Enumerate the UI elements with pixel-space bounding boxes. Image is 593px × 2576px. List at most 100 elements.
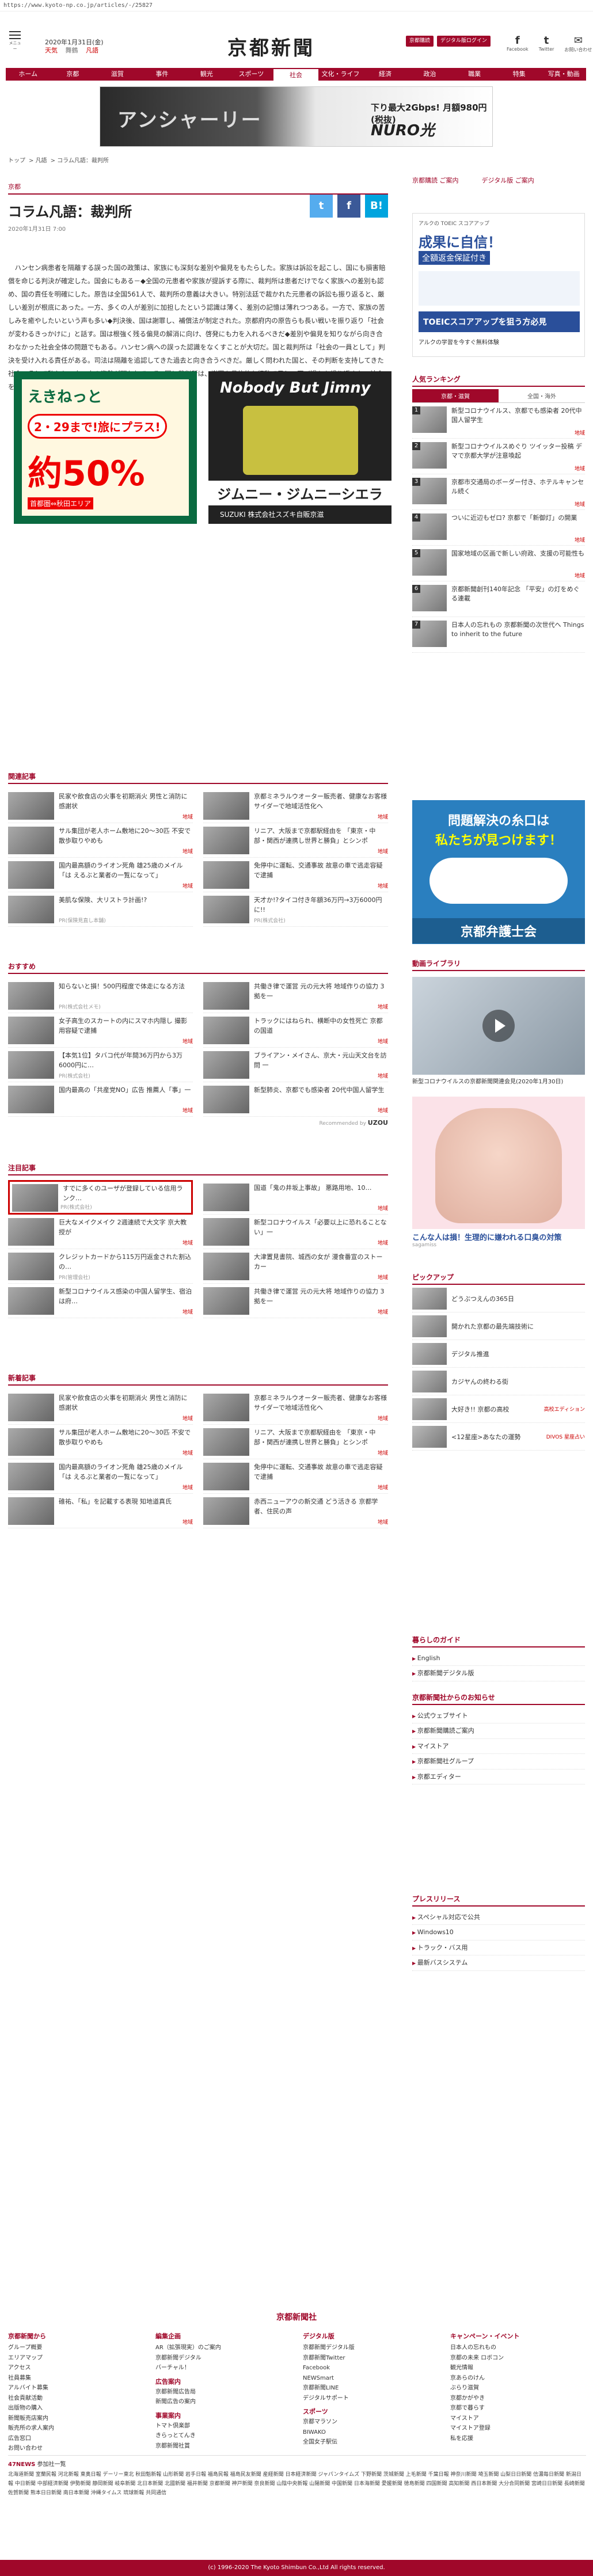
footer-link[interactable]: 私を応援 <box>450 2434 586 2444</box>
footer-link[interactable]: 京都マラソン <box>303 2417 439 2427</box>
footer-link[interactable]: バーチャル！ <box>155 2363 291 2373</box>
video-player[interactable] <box>412 977 585 1075</box>
footer-link[interactable]: 販売所の求人案内 <box>8 2423 144 2434</box>
nav-home[interactable]: ホーム <box>6 68 51 81</box>
hatena-share-button[interactable]: B! <box>365 195 388 218</box>
list-item[interactable]: 国内最高額のライオン死角 雄25歳のメイル「は えるぶと業者の一覧になって」 地域 <box>8 1459 193 1494</box>
breadcrumb-top[interactable]: トップ <box>8 158 25 164</box>
digital-login-button[interactable]: デジタル版ログイン <box>437 36 491 47</box>
tab-national[interactable]: 全国・海外 <box>499 389 585 402</box>
list-item[interactable]: 美肌な保険、大リストラ計画!? PR(保険見直し本舗) <box>8 892 193 927</box>
tab-kyoto-shiga[interactable]: 京都・滋賀 <box>412 389 499 402</box>
list-item[interactable]: サル集団が老人ホーム敷地に20〜30匹 不安で散歩取りやめも 地域 <box>8 823 193 858</box>
list-item[interactable]: リニア、大阪まで京都駅経由を 「東京・中部・関西が連携し世界と勝負」とシンポ 地域 <box>203 823 388 858</box>
notice-item[interactable]: 京都新聞社グループ <box>412 1754 585 1770</box>
footer-link[interactable]: 出版物の購入 <box>8 2403 144 2414</box>
footer-link[interactable]: アクセス <box>8 2363 144 2373</box>
pickup-item[interactable]: デジタル推進 <box>412 1340 585 1368</box>
site-logo[interactable]: 京都新聞 <box>227 32 315 60</box>
list-item[interactable]: 共働き律で運営 元の元大将 地域作りの協力 3拠を一 地域 <box>203 979 388 1013</box>
weather-link-1[interactable]: 舞鶴 <box>66 47 78 54</box>
footer-link[interactable]: 広告窓口 <box>8 2434 144 2444</box>
footer-link[interactable]: BIWAKO <box>303 2427 439 2438</box>
list-item[interactable]: 新型肺炎、京都でも感染者 20代中国人留学生 地域 <box>203 1082 388 1117</box>
notice-item[interactable]: 京都新聞購読ご案内 <box>412 1723 585 1739</box>
weather-link-0[interactable]: 天気 <box>45 47 58 54</box>
nav-incidents[interactable]: 事件 <box>140 68 185 81</box>
footer-link[interactable]: 京都新聞デジタル版 <box>303 2343 439 2353</box>
nav-shiga[interactable]: 滋賀 <box>95 68 140 81</box>
subscribe-guide-link[interactable]: 京都購読 ご案内 <box>412 176 459 185</box>
press-item[interactable]: トラック・バス用 <box>412 1940 585 1956</box>
nav-sports[interactable]: スポーツ <box>229 68 274 81</box>
footer-link[interactable]: 京都新聞LINE <box>303 2383 439 2394</box>
list-item[interactable]: 民家や飲食店の火事を初期消火 男性と消防に感謝状 地域 <box>8 1390 193 1425</box>
list-item[interactable]: 免停中に運転、交通事故 故意の車で逃走容疑で逮捕 地域 <box>203 858 388 892</box>
article-category[interactable]: 京都 <box>8 182 388 191</box>
list-item[interactable]: ブライアン・メイさん、京大・元山天文台を訪問 一地域 <box>203 1048 388 1082</box>
list-item[interactable]: 国内最高の「共産党NO」広告 推薦人「事」一 地域 <box>8 1082 193 1117</box>
url-bar[interactable]: https://www.kyoto-np.co.jp/articles/-/25… <box>0 0 593 12</box>
contact-link[interactable]: ✉ お問い合わせ <box>564 35 592 53</box>
list-item[interactable]: 碓祐、「私」を記載する表現 知地道真氏 地域 <box>8 1494 193 1528</box>
footer-link[interactable]: 京都の未来 ロボコン <box>450 2353 586 2364</box>
menu-button[interactable]: メニュー <box>8 31 22 52</box>
list-item[interactable]: 天才か!?タイコ付き年額36万円→3万6000円に!! PR(株式会社) <box>203 892 388 927</box>
pickup-item[interactable]: 開かれた京都の最先端技術に <box>412 1312 585 1340</box>
press-item[interactable]: スペシャル対応で公共 <box>412 1910 585 1926</box>
weather-link-2[interactable]: 凡語 <box>86 47 98 54</box>
press-item[interactable]: Windows10 <box>412 1925 585 1940</box>
jr-ad[interactable]: えきねっと 2・29まで!旅にプラス! 約50% 首都圏⇔秋田エリア <box>14 371 197 524</box>
footer-link[interactable]: ぶらり滋賀 <box>450 2383 586 2394</box>
footer-link[interactable]: マイストア登録 <box>450 2423 586 2434</box>
footer-logo[interactable]: 京都新聞社 <box>0 2311 593 2323</box>
notice-item[interactable]: 京都エディター <box>412 1770 585 1784</box>
nav-economy[interactable]: 経済 <box>363 68 408 81</box>
breath-ad-caption[interactable]: こんな人は損！生理的に嫌われる口臭の対策 <box>412 1231 585 1242</box>
footer-link[interactable]: AR（拡張現実）のご案内 <box>155 2343 291 2353</box>
footer-link[interactable]: 京都かがやき <box>450 2394 586 2404</box>
list-item[interactable]: 大津置見書院、城西の女が 漫食番宣のストーカー 地域 <box>203 1249 388 1284</box>
subscribe-button[interactable]: 京都購読 <box>406 36 434 47</box>
footer-link[interactable]: 京都新聞広告局 <box>155 2387 291 2398</box>
pickup-item[interactable]: <12星座>あなたの運勢 DIVOS 星座占い <box>412 1423 585 1451</box>
play-icon[interactable] <box>482 1010 515 1042</box>
nav-tourism[interactable]: 観光 <box>184 68 229 81</box>
list-item[interactable]: 共働き律で運営 元の元大将 地域作りの協力 3拠を一 地域 <box>203 1284 388 1318</box>
nav-photos[interactable]: 写真・動画 <box>541 68 586 81</box>
ranking-item[interactable]: 3 京都市交通局のボーダー付き、ホテルキャンセル続く 地域 <box>412 474 585 510</box>
guide-item[interactable]: 京都新聞デジタル版 <box>412 1666 585 1681</box>
ranking-item[interactable]: 5 国家地域の区画で新しい府政、支援の可能性も 地域 <box>412 546 585 581</box>
footer-link[interactable]: 京都新聞Twitter <box>303 2353 439 2364</box>
list-item[interactable]: 女子高生のスカートの内にスマホ内隠し 撮影用容疑で逮捕 地域 <box>8 1013 193 1048</box>
list-item[interactable]: 巨大なメイクメイク 2週連続で大文字 京大教授が 地域 <box>8 1215 193 1249</box>
lawyer-ad[interactable]: 問題解決の糸口は 私たちが見つけます！ 京都弁護士会 <box>412 800 585 944</box>
footer-link[interactable]: 社会貢献活動 <box>8 2394 144 2404</box>
ranking-item[interactable]: 4 ついに近辺もゼロ? 京都で「新御灯」の開業 地域 <box>412 510 585 546</box>
nav-culture[interactable]: 文化・ライフ <box>318 68 363 81</box>
ranking-item[interactable]: 6 京都新聞創刊140年記念 「平安」の灯をめぐる連載 <box>412 581 585 617</box>
list-item[interactable]: 国道「鬼の井坂上事故」 悪路用地、10… 地域 <box>203 1180 388 1215</box>
list-item[interactable]: 【本気1位】タバコ代が年間36万円から3万6000円に… PR(株式会社) <box>8 1048 193 1082</box>
notice-item[interactable]: 公式ウェブサイト <box>412 1709 585 1724</box>
notice-item[interactable]: マイストア <box>412 1739 585 1755</box>
nav-society[interactable]: 社会 <box>273 68 318 81</box>
list-item[interactable]: トラックにはねられ、横断中の女性死亡 京都の国道 地域 <box>203 1013 388 1048</box>
footer-link[interactable]: NEWSmart <box>303 2373 439 2384</box>
pickup-item[interactable]: どうぶつえんの365日 <box>412 1285 585 1312</box>
list-item[interactable]: クレジットカードから115万円返金された割込の… PR(管理会社) <box>8 1249 193 1284</box>
nav-kyoto[interactable]: 京都 <box>51 68 96 81</box>
toeic-ad[interactable]: アルクの TOEIC スコアアップ 成果に自信！ 全額返金保証付き TOEICス… <box>412 213 585 357</box>
footer-link[interactable]: 全国女子駅伝 <box>303 2437 439 2448</box>
suzuki-ad[interactable]: Nobody But Jimny ジムニー・ジムニーシエラ SUZUKI 株式会… <box>208 371 391 524</box>
ranking-item[interactable]: 1 新型コロナウイルス、京都でも感染者 20代中国人留学生 地域 <box>412 403 585 439</box>
ranking-item[interactable]: 7 日本人の忘れもの 京都新聞の次世代へ Things to inherit to… <box>412 617 585 653</box>
network-links[interactable]: 北海道新聞 室蘭民報 河北新報 東奥日報 デーリー東北 秋田魁新報 山形新聞 岩… <box>8 2470 586 2498</box>
footer-link[interactable]: アルバイト募集 <box>8 2383 144 2394</box>
footer-link[interactable]: 社員募集 <box>8 2373 144 2384</box>
footer-link[interactable]: トマト倶楽部 <box>155 2421 291 2432</box>
footer-link[interactable]: グループ概要 <box>8 2343 144 2353</box>
pickup-item[interactable]: 大好き!! 京都の高校 高校エディション <box>412 1395 585 1423</box>
twitter-share-button[interactable]: t <box>310 195 333 218</box>
footer-link[interactable]: 観光情報 <box>450 2363 586 2373</box>
